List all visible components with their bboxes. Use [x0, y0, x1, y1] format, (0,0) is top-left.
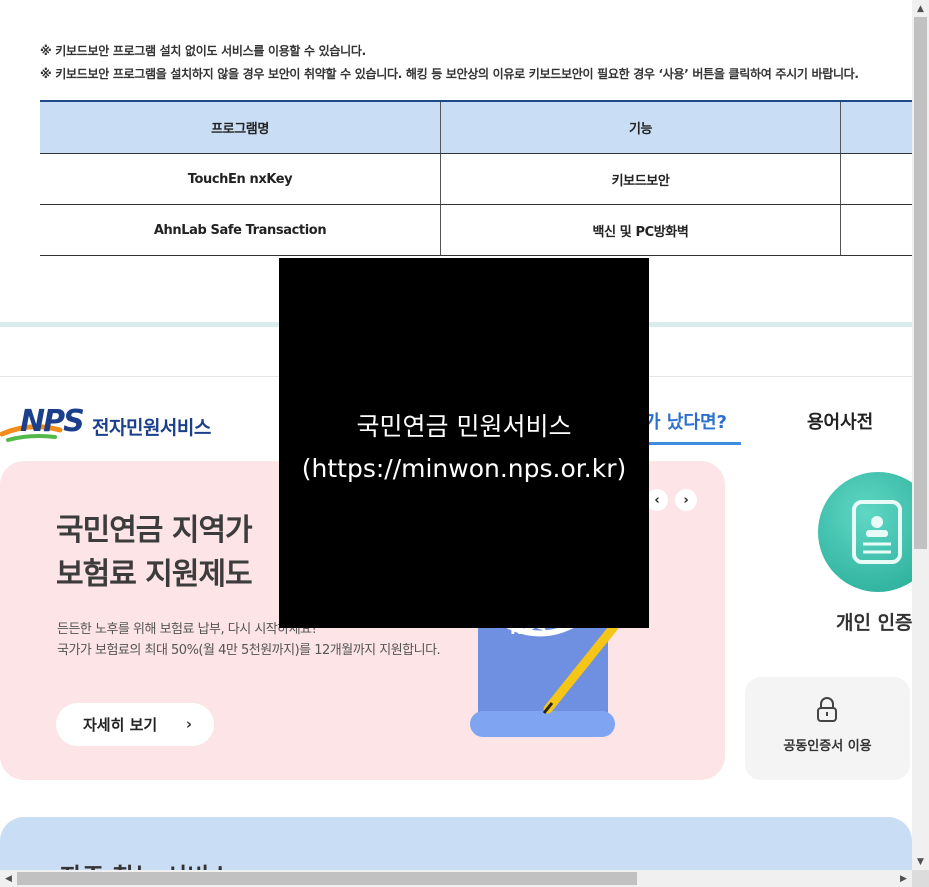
header-function: 기능: [441, 102, 841, 153]
lock-icon: [815, 697, 839, 727]
vertical-scrollbar[interactable]: ▲ ▼: [912, 0, 929, 870]
logo-mark-text: NPS: [20, 404, 85, 439]
redaction-overlay: 국민연금 민원서비스 (https://minwon.nps.or.kr): [279, 258, 649, 628]
horizontal-scroll-thumb[interactable]: [17, 872, 637, 885]
banner-title-line: 보험료 지원제도: [56, 557, 253, 592]
program-function-cell: 키보드보안: [441, 154, 841, 204]
banner-next-button[interactable]: ›: [675, 489, 697, 511]
program-table-header: 프로그램명 기능: [40, 102, 912, 154]
joint-cert-button[interactable]: 공동인증서 이용: [745, 677, 910, 780]
scroll-up-icon[interactable]: ▲: [912, 0, 929, 17]
scroll-left-icon[interactable]: ◀: [0, 870, 17, 887]
program-name-cell: AhnLab Safe Transaction: [40, 205, 441, 255]
vertical-scroll-thumb[interactable]: [914, 17, 927, 549]
program-action-cell[interactable]: [841, 154, 912, 204]
banner-desc-line: 국가가 보험료의 최대 50%(월 4만 5천원까지)를 12개월까지 지원합니…: [57, 643, 441, 658]
nps-logo-icon: NPS: [0, 404, 90, 448]
header-action: [841, 102, 912, 153]
program-function-cell: 백신 및 PC방화벽: [441, 205, 841, 255]
chevron-right-icon: ›: [185, 715, 192, 733]
header-program-name: 프로그램명: [40, 102, 441, 153]
banner-detail-button[interactable]: 자세히 보기 ›: [56, 703, 214, 746]
personal-cert-label[interactable]: 개인 인증: [836, 608, 912, 635]
frequent-services-title: 자주 찾는 서비스: [60, 857, 231, 870]
nps-logo[interactable]: NPS 전자민원서비스: [0, 404, 211, 448]
personal-cert-icon[interactable]: [818, 472, 912, 592]
program-action-cell[interactable]: [841, 205, 912, 255]
page-viewport: ※ 키보드보안 프로그램 설치 없이도 서비스를 이용할 수 있습니다. ※ 키…: [0, 0, 912, 870]
notice-security-warning: ※ 키보드보안 프로그램을 설치하지 않을 경우 보안이 취약할 수 있습니다.…: [40, 67, 859, 81]
nav-item-incident[interactable]: 가 났다면?: [644, 408, 727, 434]
program-table: 프로그램명 기능 TouchEn nxKey 키보드보안 AhnLab Safe…: [40, 100, 912, 256]
table-row: TouchEn nxKey 키보드보안: [40, 154, 912, 205]
horizontal-scrollbar[interactable]: ◀ ▶: [0, 870, 912, 887]
nav-item-glossary[interactable]: 용어사전: [807, 408, 873, 434]
scroll-right-icon[interactable]: ▶: [895, 870, 912, 887]
scroll-down-icon[interactable]: ▼: [912, 853, 929, 870]
overlay-service-url: (https://minwon.nps.or.kr): [301, 454, 627, 483]
table-row: AhnLab Safe Transaction 백신 및 PC방화벽: [40, 205, 912, 256]
scrollbar-corner: [912, 870, 929, 887]
notice-no-install: ※ 키보드보안 프로그램 설치 없이도 서비스를 이용할 수 있습니다.: [40, 44, 366, 58]
nav-active-indicator: [644, 442, 741, 445]
joint-cert-label: 공동인증서 이용: [783, 739, 872, 754]
banner-detail-label: 자세히 보기: [83, 716, 158, 734]
program-name-cell: TouchEn nxKey: [40, 154, 441, 204]
banner-prev-button[interactable]: ‹: [646, 489, 668, 511]
banner-title: 국민연금 지역가 보험료 지원제도: [56, 509, 253, 597]
logo-service-name: 전자민원서비스: [92, 416, 211, 439]
overlay-service-name: 국민연금 민원서비스: [356, 412, 572, 441]
banner-title-line: 국민연금 지역가: [56, 513, 253, 548]
frequent-services-card: 자주 찾는 서비스: [0, 817, 912, 870]
